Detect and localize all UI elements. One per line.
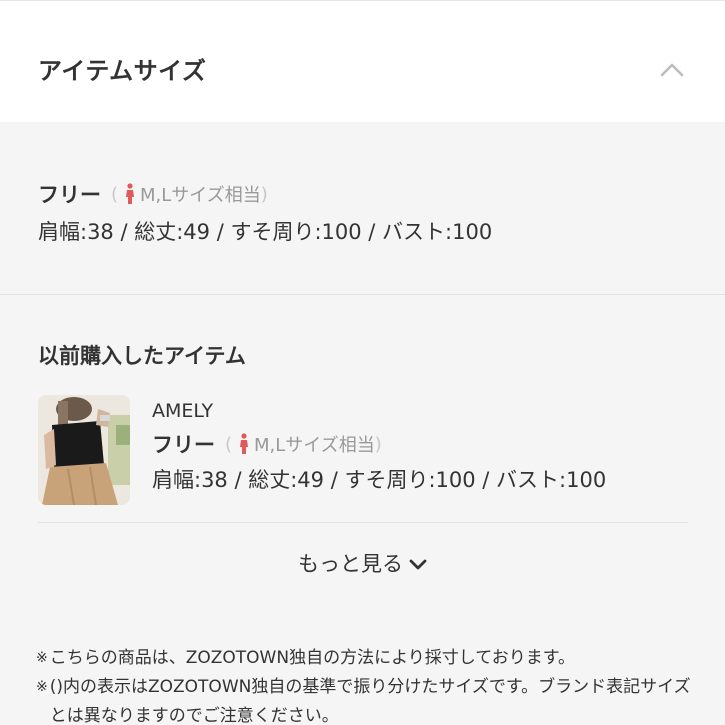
note-mark: ※ <box>36 679 48 695</box>
size-equivalent: ( M,Lサイズ相当 ) <box>111 181 268 207</box>
chevron-down-icon <box>409 559 427 570</box>
show-more-label: もっと見る <box>298 552 403 576</box>
show-more-button[interactable]: もっと見る <box>0 548 725 578</box>
item-size-equivalent-label: M,Lサイズ相当 <box>254 435 375 456</box>
size-block: フリー ( M,Lサイズ相当 ) 肩幅:38 / 総丈:49 / すそ周り:10… <box>38 178 698 246</box>
note-text: ()内の表示はZOZOTOWN独自の基準で振り分けたサイズです。ブランド表記サイ… <box>49 677 691 725</box>
divider <box>38 522 688 523</box>
size-measurements: 肩幅:38 / 総丈:49 / すそ周り:100 / バスト:100 <box>38 220 493 244</box>
paren-close: ) <box>374 433 382 455</box>
divider <box>0 294 725 295</box>
paren-close: ) <box>260 183 268 205</box>
size-line: フリー ( M,Lサイズ相当 ) <box>38 178 698 210</box>
item-size-name: フリー <box>152 433 215 457</box>
item-size-line: フリー ( M,Lサイズ相当 ) <box>152 426 692 462</box>
item-thumbnail[interactable] <box>38 395 130 505</box>
item-size-header[interactable]: アイテムサイズ <box>0 0 725 122</box>
note-mark: ※ <box>36 650 48 666</box>
note-text: こちらの商品は、ZOZOTOWN独自の方法により採寸しております。 <box>49 648 576 668</box>
item-size-page: アイテムサイズ フリー ( M,Lサイズ相当 ) 肩幅:38 / 総丈:49 /… <box>0 0 725 725</box>
previous-items-title: 以前購入したアイテム <box>38 344 246 368</box>
note-line: ※ ()内の表示はZOZOTOWN独自の基準で振り分けたサイズです。ブランド表記… <box>36 673 696 725</box>
size-name: フリー <box>38 183 101 207</box>
paren-open: ( <box>111 183 119 205</box>
note-line: ※ こちらの商品は、ZOZOTOWN独自の方法により採寸しております。 <box>36 644 696 673</box>
size-equivalent-label: M,Lサイズ相当 <box>140 185 261 206</box>
person-icon <box>126 183 135 204</box>
item-photo <box>38 395 130 505</box>
item-size-equivalent: ( M,Lサイズ相当 ) <box>225 431 382 457</box>
chevron-up-icon[interactable] <box>660 59 684 79</box>
brand-name: AMELY <box>152 400 214 422</box>
previous-item-info[interactable]: AMELY フリー ( M,Lサイズ相当 ) 肩幅:38 / 総丈:49 / す… <box>152 396 692 494</box>
size-notes: ※ こちらの商品は、ZOZOTOWN独自の方法により採寸しております。 ※ ()… <box>36 644 696 725</box>
person-icon <box>240 433 249 454</box>
paren-open: ( <box>225 433 233 455</box>
section-title: アイテムサイズ <box>38 57 207 85</box>
item-measurements: 肩幅:38 / 総丈:49 / すそ周り:100 / バスト:100 <box>152 468 607 492</box>
